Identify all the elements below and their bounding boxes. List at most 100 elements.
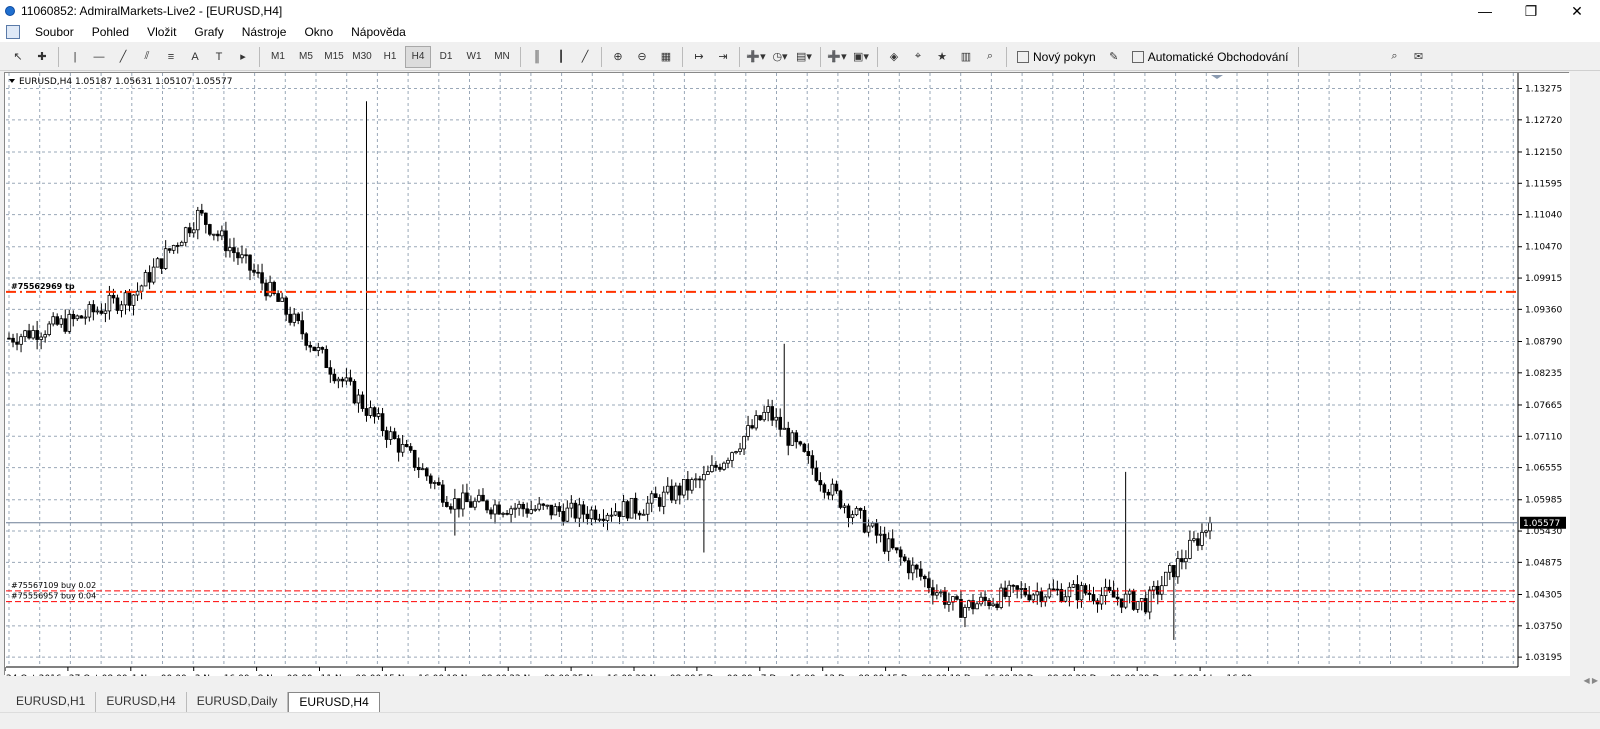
menu-insert[interactable]: Vložit (138, 22, 185, 42)
time-axis-label: 30 Nov 08:00 (635, 674, 696, 676)
time-axis-label: 3 Nov 16:00 (195, 674, 250, 676)
periods-icon[interactable]: ◷▾ (769, 46, 791, 68)
timeframe-m30[interactable]: M30 (349, 46, 375, 68)
chat-icon[interactable]: ✉ (1407, 46, 1429, 68)
tab-eurusd-h4-active[interactable]: EURUSD,H4 (288, 692, 380, 712)
zoom-in-icon[interactable]: ⊕ (607, 46, 629, 68)
crosshair-icon[interactable]: ✚ (31, 46, 53, 68)
candle-body (826, 491, 831, 496)
indicators-icon[interactable]: ➕▾ (745, 46, 767, 68)
shapes-icon[interactable]: ▸ (232, 46, 254, 68)
minimize-button[interactable]: — (1462, 0, 1508, 22)
menu-charts[interactable]: Grafy (185, 22, 232, 42)
candle-body (497, 504, 501, 515)
candle-body (818, 480, 823, 486)
candlestick-icon[interactable]: ┃ (550, 46, 572, 68)
candle-body (35, 330, 39, 340)
chart-shift-icon[interactable]: ⇥ (712, 46, 734, 68)
document-icon[interactable] (6, 25, 20, 39)
new-order-button[interactable]: Nový pokyn (1011, 46, 1102, 68)
menu-window[interactable]: Okno (295, 22, 342, 42)
candle-body (549, 504, 554, 516)
timeframe-d1[interactable]: D1 (433, 46, 459, 68)
candle-body (143, 272, 148, 287)
menu-tools[interactable]: Nástroje (233, 22, 296, 42)
scroll-arrows[interactable]: ◀ ▶ (1583, 676, 1598, 685)
cursor-icon[interactable]: ↖ (7, 46, 29, 68)
market-watch-icon[interactable]: ◈ (883, 46, 905, 68)
search-icon[interactable]: ⌕ (1383, 46, 1405, 68)
timeframe-m15[interactable]: M15 (321, 46, 347, 68)
timeframe-mn[interactable]: MN (489, 46, 515, 68)
terminal-icon[interactable]: ▥ (955, 46, 977, 68)
time-axis-label: 11 Nov 00:00 (321, 674, 382, 676)
candle-body (232, 247, 236, 254)
candle-body (360, 394, 365, 409)
new-order-icon (1017, 50, 1029, 63)
fibonacci-icon[interactable]: ≡ (160, 46, 182, 68)
metaeditor-icon[interactable]: ✎ (1103, 46, 1125, 68)
new-chart-icon[interactable]: ➕▾ (826, 46, 848, 68)
bar-chart-icon[interactable]: ║ (526, 46, 548, 68)
candle-body (1139, 598, 1144, 602)
candle-body (276, 293, 280, 302)
menu-view[interactable]: Pohled (83, 22, 138, 42)
chart-background (5, 73, 1570, 676)
trendline-icon[interactable]: ╱ (112, 46, 134, 68)
navigator-icon[interactable]: ⌖ (907, 46, 929, 68)
menu-bar: Soubor Pohled Vložit Grafy Nástroje Okno… (0, 22, 1600, 60)
channel-icon[interactable]: ⫽ (136, 46, 158, 68)
horizontal-scrollbar[interactable] (0, 712, 1600, 729)
candle-body (396, 438, 401, 453)
candle-body (682, 479, 686, 496)
tab-eurusd-daily[interactable]: EURUSD,Daily (187, 692, 289, 712)
candle-body (521, 503, 525, 510)
horizontal-line-icon[interactable]: — (88, 46, 110, 68)
candle-body (625, 501, 630, 519)
timeframe-m1[interactable]: M1 (265, 46, 291, 68)
candle-body (380, 413, 385, 432)
text-icon[interactable]: A (184, 46, 206, 68)
time-axis-label: 22 Dec 08:00 (1012, 674, 1073, 676)
line-chart-icon[interactable]: ╱ (574, 46, 596, 68)
timeframe-h4[interactable]: H4 (405, 45, 431, 68)
price-axis-label: 1.04875 (1525, 558, 1562, 568)
vertical-line-icon[interactable]: | (64, 46, 86, 68)
candle-body (955, 596, 959, 600)
menu-help[interactable]: Nápověda (342, 22, 415, 42)
candle-body (1087, 592, 1092, 595)
chart-panel[interactable]: 1.13275 1.12720 1.12150 1.11595 1.11040 1.104… (4, 72, 1570, 676)
candle-body (513, 507, 517, 510)
tester-icon[interactable]: ⌕ (979, 46, 1001, 68)
price-chart[interactable]: 1.13275 1.12720 1.12150 1.11595 1.11040 1.104… (5, 73, 1570, 676)
timeframe-h1[interactable]: H1 (377, 46, 403, 68)
candle-body (344, 377, 349, 382)
tile-windows-icon[interactable]: ▦ (655, 46, 677, 68)
candle-body (1055, 588, 1060, 591)
candle-body (103, 310, 108, 314)
candle-body (179, 241, 184, 246)
auto-scroll-icon[interactable]: ↦ (688, 46, 710, 68)
tab-eurusd-h4[interactable]: EURUSD,H4 (96, 692, 187, 712)
candle-body (332, 373, 337, 382)
price-axis-label: 1.11595 (1525, 179, 1562, 189)
label-icon[interactable]: T (208, 46, 230, 68)
favorites-icon[interactable]: ★ (931, 46, 953, 68)
zoom-out-icon[interactable]: ⊖ (631, 46, 653, 68)
maximize-button[interactable]: ❐ (1508, 0, 1554, 22)
candle-body (557, 506, 562, 512)
close-button[interactable]: ✕ (1554, 0, 1600, 22)
tab-eurusd-h1[interactable]: EURUSD,H1 (6, 692, 97, 712)
candle-body (983, 596, 987, 601)
price-axis-label: 1.09915 (1525, 274, 1562, 284)
price-axis-label: 1.08790 (1525, 338, 1562, 348)
timeframe-w1[interactable]: W1 (461, 46, 487, 68)
candle-body (99, 310, 104, 314)
candle-body (1107, 586, 1112, 591)
candle-body (1188, 539, 1192, 559)
profiles-icon[interactable]: ▣▾ (850, 46, 872, 68)
menu-file[interactable]: Soubor (26, 22, 83, 42)
auto-trading-button[interactable]: Automatické Obchodování (1126, 46, 1295, 68)
timeframe-m5[interactable]: M5 (293, 46, 319, 68)
templates-icon[interactable]: ▤▾ (793, 46, 815, 68)
